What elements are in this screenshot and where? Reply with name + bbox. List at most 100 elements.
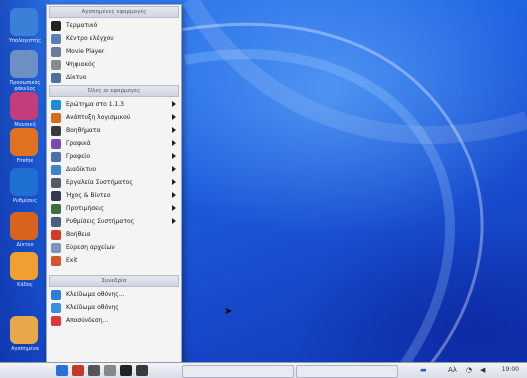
menu-item-favorites[interactable]: Δίκτυο: [47, 71, 181, 84]
menu-item-favorites[interactable]: Ψηφιακός: [47, 58, 181, 71]
dock-item-label: Προσωπικός φάκελος: [9, 80, 41, 92]
menu-item-apps[interactable]: Ήχος & Βίντεο: [47, 189, 181, 202]
office-icon: [51, 151, 61, 162]
submenu-arrow-icon: [172, 153, 176, 159]
menu-item-apps[interactable]: Ερώτημα στο 1.1.3: [47, 98, 181, 111]
menu-item-session[interactable]: Αποσύνδεση...: [47, 314, 181, 327]
menu-item-apps[interactable]: Εύρεση αρχείων: [47, 241, 181, 254]
mouse-cursor: ➤: [224, 306, 233, 317]
home-folder-icon[interactable]: [10, 50, 38, 78]
menu-item-label: Αποσύνδεση...: [66, 317, 109, 324]
logout-icon: [51, 302, 61, 313]
menu-item-session[interactable]: Κλείδωμα οθόνης: [47, 301, 181, 314]
dock-item-label: Υπολογιστής: [8, 38, 42, 44]
keyboard-layout-indicator[interactable]: Αλ: [448, 366, 457, 374]
menu-item-apps[interactable]: Ρυθμίσεις Συστήματος: [47, 215, 181, 228]
menu-item-favorites[interactable]: Movie Player: [47, 45, 181, 58]
shutdown-icon: [51, 315, 61, 326]
submenu-arrow-icon: [172, 218, 176, 224]
menu-item-label: Κλείδωμα οθόνης...: [66, 291, 125, 298]
menu-item-apps[interactable]: Γραφικά: [47, 137, 181, 150]
development-icon: [51, 112, 61, 123]
dock-item-label: Δίκτυο: [16, 242, 34, 248]
menu-item-label: Δίκτυο: [66, 74, 87, 81]
submenu-arrow-icon: [172, 101, 176, 107]
menu-launcher-icon[interactable]: [56, 365, 68, 376]
menu-item-label: Κλείδωμα οθόνης: [66, 304, 119, 311]
submenu-arrow-icon: [172, 166, 176, 172]
favorites-list: Τερματικό Κέντρο ελέγχου Movie Player Ψηφια…: [47, 19, 181, 84]
browser-launcher-icon[interactable]: [72, 365, 84, 376]
dock-item-label: Κάδος: [17, 282, 33, 288]
music-icon[interactable]: [10, 92, 38, 120]
exit-icon: [51, 255, 61, 266]
start-menu: Αγαπημένες εφαρμογές Τερματικό Κέντρο ελέ…: [46, 4, 182, 364]
terminal-icon: [51, 20, 61, 31]
menu-item-apps[interactable]: Βοήθεια: [47, 228, 181, 241]
graphics-icon: [51, 138, 61, 149]
network-icon: [51, 72, 61, 83]
terminal-launcher-icon[interactable]: [120, 365, 132, 376]
menu-item-label: Εργαλεία Συστήματος: [66, 179, 133, 186]
menu-item-apps[interactable]: Εργαλεία Συστήματος: [47, 176, 181, 189]
menu-item-apps[interactable]: Exit: [47, 254, 181, 267]
sound-video-icon: [51, 190, 61, 201]
gear-icon[interactable]: [10, 168, 38, 196]
menu-item-label: Τερματικό: [66, 22, 98, 29]
session-list: Κλείδωμα οθόνης... Κλείδωμα οθόνης Αποσύνδ…: [47, 288, 181, 327]
section-header-favorites: Αγαπημένες εφαρμογές: [49, 6, 179, 18]
menu-item-label: Βοήθεια: [66, 231, 91, 238]
control-center-icon: [51, 33, 61, 44]
movie-player-icon: [51, 46, 61, 57]
menu-item-label: Exit: [66, 257, 78, 264]
menu-item-apps[interactable]: Γραφείο: [47, 150, 181, 163]
dock-item-label: Ρυθμίσεις: [12, 198, 38, 204]
submenu-arrow-icon: [172, 205, 176, 211]
files-launcher-icon[interactable]: [104, 365, 116, 376]
menu-item-favorites[interactable]: Κέντρο ελέγχου: [47, 32, 181, 45]
menu-item-label: Γραφικά: [66, 140, 91, 147]
apps-list: Ερώτημα στο 1.1.3 Ανάπτυξη λογισμικού Βοηθ…: [47, 98, 181, 267]
paint-icon: [51, 99, 61, 110]
network-tray-icon[interactable]: ◔: [466, 366, 472, 374]
menu-item-apps[interactable]: Διαδίκτυο: [47, 163, 181, 176]
volume-tray-icon[interactable]: ◀: [480, 366, 485, 374]
menu-item-label: Προτιμήσεις: [66, 205, 104, 212]
task-button[interactable]: [182, 365, 294, 378]
menu-item-label: Κέντρο ελέγχου: [66, 35, 114, 42]
menu-item-label: Γραφείο: [66, 153, 91, 160]
menu-item-apps[interactable]: Προτιμήσεις: [47, 202, 181, 215]
submenu-arrow-icon: [172, 114, 176, 120]
network-icon[interactable]: [10, 212, 38, 240]
internet-icon: [51, 164, 61, 175]
preferences-icon: [51, 203, 61, 214]
menu-item-label: Διαδίκτυο: [66, 166, 97, 173]
heart-icon[interactable]: [10, 316, 38, 344]
clock[interactable]: 19:00: [502, 366, 519, 373]
submenu-arrow-icon: [172, 179, 176, 185]
submenu-arrow-icon: [172, 192, 176, 198]
menu-item-label: Ψηφιακός: [66, 61, 96, 68]
menu-item-apps[interactable]: Ανάπτυξη λογισμικού: [47, 111, 181, 124]
system-settings-icon: [51, 216, 61, 227]
tray-indicator-icon[interactable]: ▬: [420, 366, 427, 374]
menu-item-label: Εύρεση αρχείων: [66, 244, 115, 251]
menu-item-label: Movie Player: [66, 48, 105, 55]
menu-item-label: Ρυθμίσεις Συστήματος: [66, 218, 135, 225]
menu-item-session[interactable]: Κλείδωμα οθόνης...: [47, 288, 181, 301]
task-button[interactable]: [296, 365, 398, 378]
menu-item-apps[interactable]: Βοηθήματα: [47, 124, 181, 137]
menu-item-favorites[interactable]: Τερματικό: [47, 19, 181, 32]
firefox-icon[interactable]: [10, 128, 38, 156]
accessories-icon: [51, 125, 61, 136]
media-launcher-icon[interactable]: [136, 365, 148, 376]
trash-icon[interactable]: [10, 252, 38, 280]
submenu-arrow-icon: [172, 140, 176, 146]
desktop-dock: Υπολογιστής Προσωπικός φάκελος Μουσική Fire…: [0, 0, 50, 362]
section-header-all-apps: Όλες οι εφαρμογές: [49, 85, 179, 97]
menu-item-label: Βοηθήματα: [66, 127, 101, 134]
dock-item-label: Firefox: [16, 158, 34, 164]
help-icon: [51, 229, 61, 240]
computer-icon[interactable]: [10, 8, 38, 36]
tools-launcher-icon[interactable]: [88, 365, 100, 376]
